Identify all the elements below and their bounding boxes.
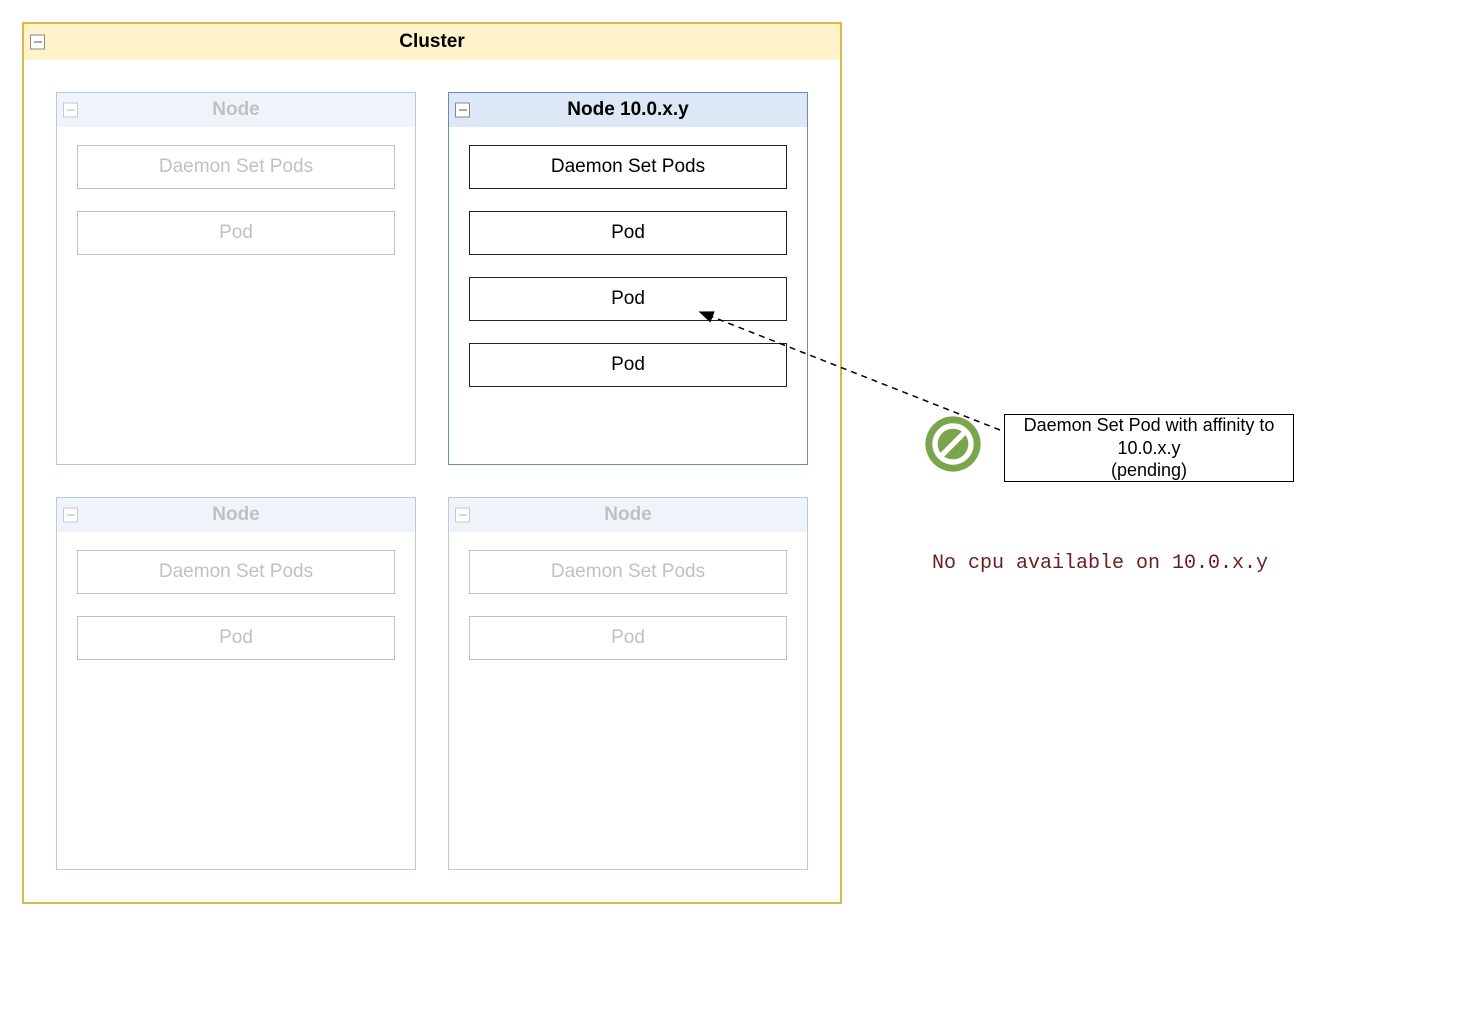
cluster-header: Cluster [24, 24, 840, 60]
pod-box: Daemon Set Pods [469, 145, 787, 189]
collapse-icon[interactable] [455, 508, 470, 523]
cluster-container: Cluster Node Daemon Set Pods Pod Node 10… [22, 22, 842, 904]
node-body: Daemon Set Pods Pod [449, 532, 807, 678]
node-2: Node Daemon Set Pods Pod [56, 497, 416, 870]
pod-box: Pod [77, 616, 395, 660]
node-title: Node [212, 504, 260, 526]
pod-box: Daemon Set Pods [469, 550, 787, 594]
pending-pod-box: Daemon Set Pod with affinity to 10.0.x.y… [1004, 414, 1294, 482]
pod-box: Pod [469, 277, 787, 321]
node-body: Daemon Set Pods Pod [57, 127, 415, 273]
pending-pod-label: Daemon Set Pod with affinity to 10.0.x.y… [1013, 414, 1285, 482]
node-header: Node [57, 93, 415, 127]
prohibited-icon [923, 414, 983, 474]
node-body: Daemon Set Pods Pod [57, 532, 415, 678]
node-1-target: Node 10.0.x.y Daemon Set Pods Pod Pod Po… [448, 92, 808, 465]
cluster-title: Cluster [399, 31, 464, 53]
collapse-icon[interactable] [63, 103, 78, 118]
pod-box: Pod [469, 616, 787, 660]
node-3: Node Daemon Set Pods Pod [448, 497, 808, 870]
collapse-icon[interactable] [455, 103, 470, 118]
pod-box: Daemon Set Pods [77, 550, 395, 594]
node-title: Node [212, 99, 260, 121]
pod-box: Pod [469, 343, 787, 387]
node-header: Node [449, 498, 807, 532]
collapse-icon[interactable] [63, 508, 78, 523]
error-message: No cpu available on 10.0.x.y [932, 552, 1268, 575]
node-title: Node [604, 504, 652, 526]
node-0: Node Daemon Set Pods Pod [56, 92, 416, 465]
node-header: Node [57, 498, 415, 532]
pod-box: Daemon Set Pods [77, 145, 395, 189]
nodes-grid: Node Daemon Set Pods Pod Node 10.0.x.y D… [24, 60, 840, 902]
node-title: Node 10.0.x.y [567, 99, 688, 121]
node-body: Daemon Set Pods Pod Pod Pod [449, 127, 807, 405]
collapse-icon[interactable] [30, 35, 45, 50]
pod-box: Pod [469, 211, 787, 255]
node-header: Node 10.0.x.y [449, 93, 807, 127]
pod-box: Pod [77, 211, 395, 255]
